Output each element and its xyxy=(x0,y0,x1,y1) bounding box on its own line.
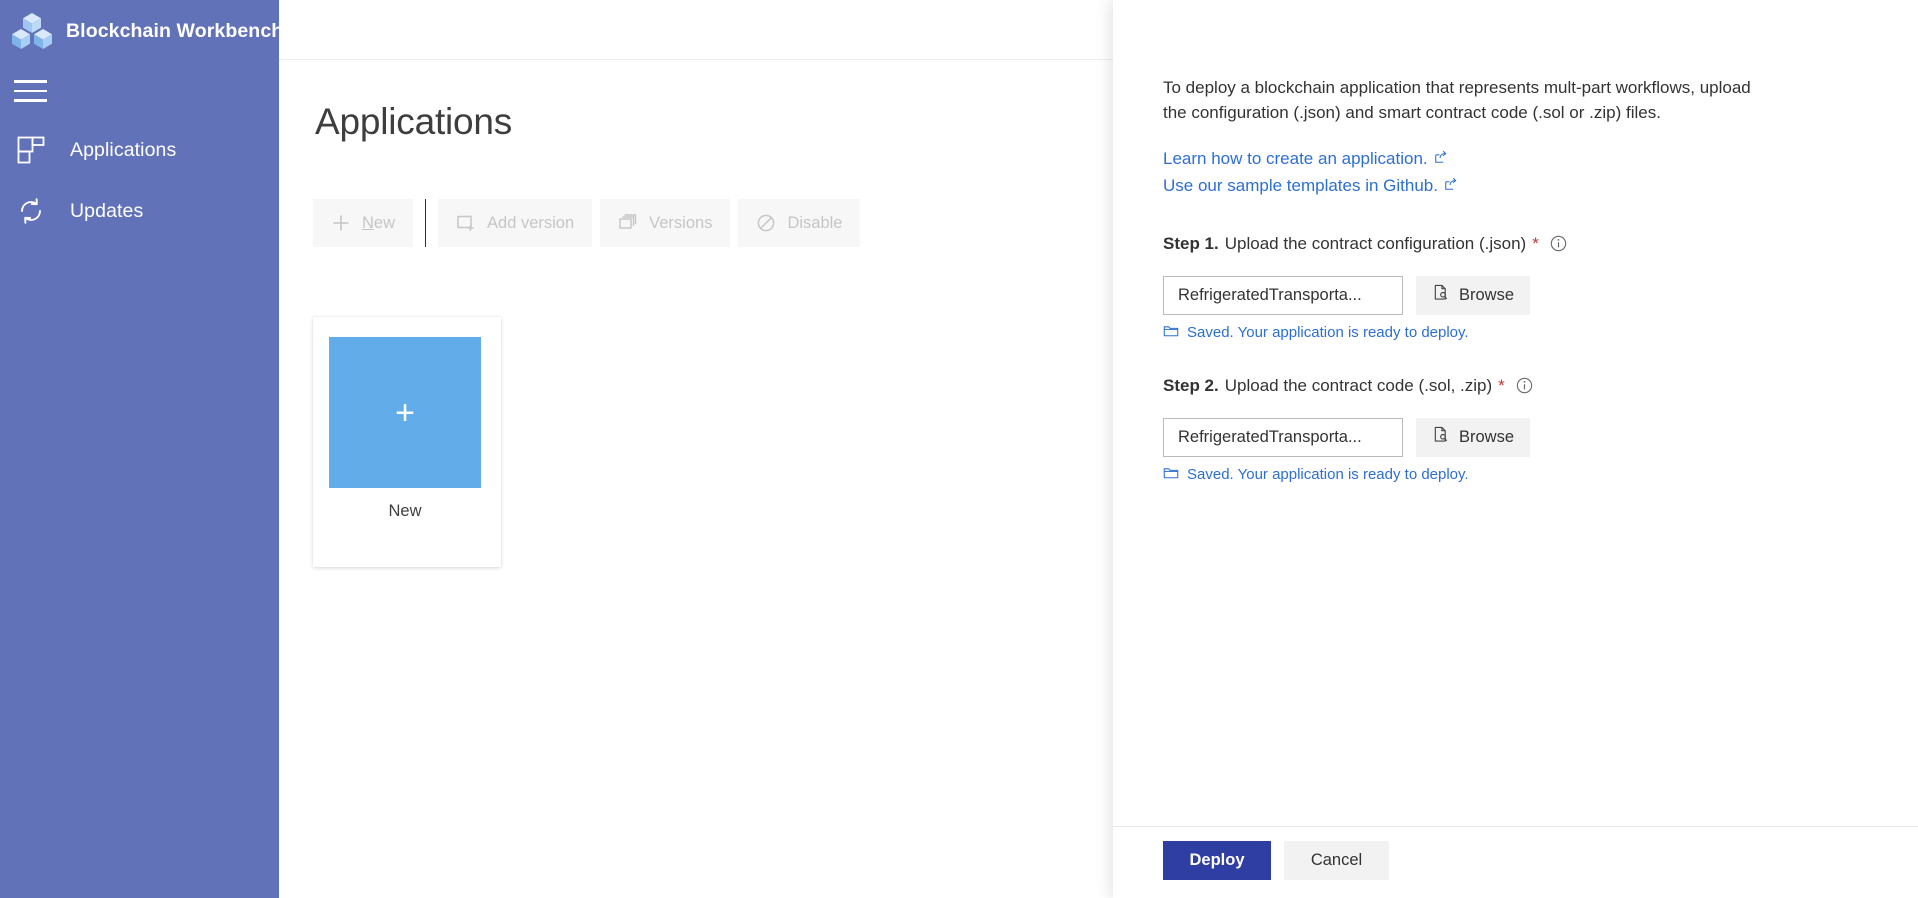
file-browse-icon xyxy=(1432,284,1449,306)
plus-icon xyxy=(331,213,351,233)
step-1-block: Step 1. Upload the contract configuratio… xyxy=(1163,234,1918,342)
step-2-browse-button-label: Browse xyxy=(1459,427,1515,446)
deploy-button[interactable]: Deploy xyxy=(1163,841,1271,880)
add-version-button[interactable]: Add version xyxy=(438,199,593,247)
step-2-status-text: Saved. Your application is ready to depl… xyxy=(1187,466,1469,484)
new-application-tile-label: New xyxy=(388,502,422,520)
learn-how-to-create-link-label: Learn how to create an application. xyxy=(1163,148,1428,168)
hamburger-menu-icon[interactable] xyxy=(14,75,50,107)
hamburger-bar xyxy=(14,80,47,83)
versions-stack-icon xyxy=(618,213,638,233)
folder-icon xyxy=(1163,466,1179,484)
sample-templates-github-link-label: Use our sample templates in Github. xyxy=(1163,175,1438,195)
file-browse-icon xyxy=(1432,426,1449,448)
sidebar-item-applications[interactable]: Applications xyxy=(0,127,279,173)
hamburger-bar xyxy=(14,99,47,102)
plus-icon: + xyxy=(395,393,415,432)
hamburger-bar xyxy=(14,89,47,93)
required-asterisk: * xyxy=(1532,233,1539,253)
disable-circle-slash-icon xyxy=(756,213,776,233)
new-button-label-suffix: ew xyxy=(373,213,396,232)
sidebar-item-updates[interactable]: Updates xyxy=(0,188,279,234)
step-2-description: Upload the contract code (.sol, .zip) xyxy=(1224,375,1493,395)
sample-templates-github-link[interactable]: Use our sample templates in Github. xyxy=(1163,173,1458,199)
disable-button-label: Disable xyxy=(787,213,843,232)
new-application-tile[interactable]: + xyxy=(329,337,481,488)
add-version-icon xyxy=(456,213,476,233)
step-1-description: Upload the contract configuration (.json… xyxy=(1224,233,1527,253)
step-1-upload-row: RefrigeratedTransporta... Browse xyxy=(1163,275,1918,315)
panel-footer-buttons: Deploy Cancel xyxy=(1163,841,1389,880)
brand-title: Blockchain Workbench xyxy=(66,19,284,42)
info-circle-icon[interactable] xyxy=(1550,235,1567,252)
versions-button[interactable]: Versions xyxy=(600,199,731,247)
toolbar-divider xyxy=(425,199,427,247)
new-button-label: New xyxy=(362,214,395,233)
folder-icon xyxy=(1163,324,1179,342)
add-version-button-label: Add version xyxy=(487,213,575,232)
brand: Blockchain Workbench xyxy=(0,0,283,62)
blockchain-cubes-logo-icon xyxy=(10,9,54,53)
disable-button[interactable]: Disable xyxy=(738,199,861,247)
step-1-browse-button[interactable]: Browse xyxy=(1416,275,1531,315)
panel-links: Learn how to create an application. Use … xyxy=(1163,146,1918,200)
external-link-icon xyxy=(1434,146,1448,172)
learn-link-row: Learn how to create an application. xyxy=(1163,146,1918,173)
step-1-number: Step 1. xyxy=(1163,233,1219,253)
step-2-file-input[interactable]: RefrigeratedTransporta... xyxy=(1163,417,1403,457)
info-circle-icon[interactable] xyxy=(1516,377,1533,394)
new-button[interactable]: New xyxy=(313,199,414,247)
required-asterisk: * xyxy=(1498,375,1505,395)
applications-tile-grid: + New xyxy=(313,317,501,567)
step-2-label: Step 2. Upload the contract code (.sol, … xyxy=(1163,376,1918,396)
step-1-status: Saved. Your application is ready to depl… xyxy=(1163,324,1918,342)
step-1-label: Step 1. Upload the contract configuratio… xyxy=(1163,234,1918,254)
sidebar-item-label: Updates xyxy=(70,199,144,222)
step-1-status-text: Saved. Your application is ready to depl… xyxy=(1187,324,1469,342)
sidebar-item-label: Applications xyxy=(70,138,177,161)
applications-grid-icon xyxy=(14,133,48,167)
step-2-status: Saved. Your application is ready to depl… xyxy=(1163,466,1918,484)
versions-button-label: Versions xyxy=(649,213,713,232)
templates-link-row: Use our sample templates in Github. xyxy=(1163,173,1918,200)
deploy-application-panel: To deploy a blockchain application that … xyxy=(1113,0,1918,898)
cancel-button[interactable]: Cancel xyxy=(1284,841,1389,880)
panel-footer: Deploy Cancel xyxy=(1113,826,1918,898)
sidebar: Blockchain Workbench Applications Update… xyxy=(0,0,283,898)
step-2-upload-row: RefrigeratedTransporta... Browse xyxy=(1163,417,1918,457)
step-2-block: Step 2. Upload the contract code (.sol, … xyxy=(1163,376,1918,484)
panel-intro-text: To deploy a blockchain application that … xyxy=(1163,78,1751,122)
step-1-browse-button-label: Browse xyxy=(1459,285,1515,304)
step-2-browse-button[interactable]: Browse xyxy=(1416,417,1531,457)
step-1-file-input[interactable]: RefrigeratedTransporta... xyxy=(1163,275,1403,315)
toolbar: New Add version Versions Disable xyxy=(313,199,861,247)
step-2-number: Step 2. xyxy=(1163,375,1219,395)
page-title: Applications xyxy=(315,101,513,142)
new-button-accesskey: N xyxy=(362,213,374,232)
learn-how-to-create-link[interactable]: Learn how to create an application. xyxy=(1163,146,1448,172)
panel-body: To deploy a blockchain application that … xyxy=(1163,76,1918,484)
external-link-icon xyxy=(1444,173,1458,199)
refresh-sync-icon xyxy=(14,194,48,228)
